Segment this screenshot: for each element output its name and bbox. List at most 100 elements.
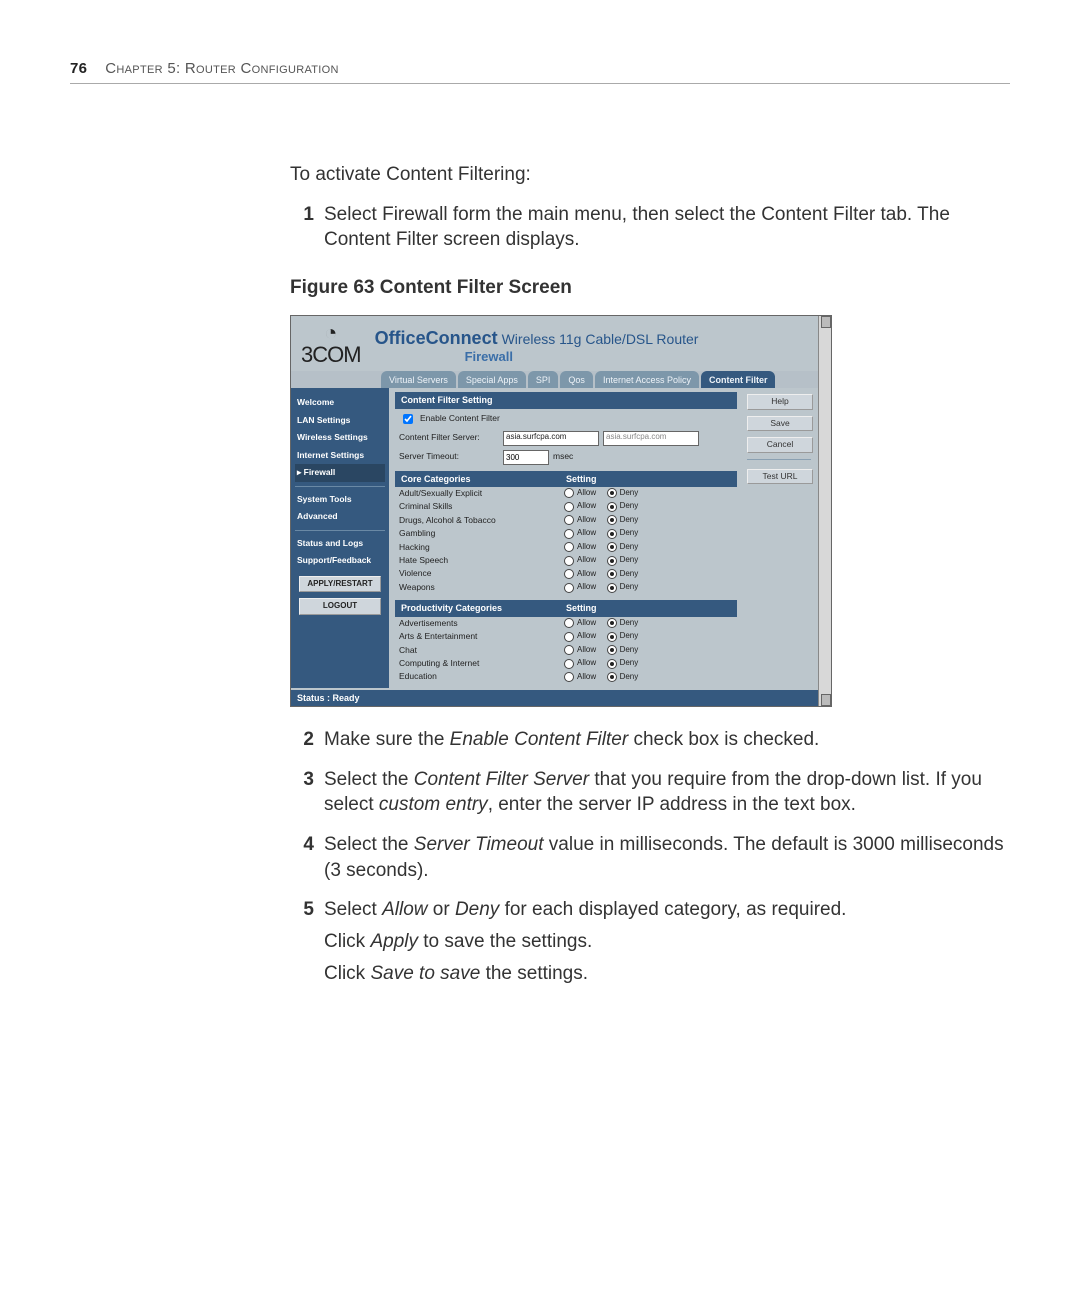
sidebar-item-internet-settings[interactable]: Internet Settings [295,447,385,464]
deny-radio[interactable] [607,645,617,655]
allow-radio[interactable] [564,529,574,539]
allow-radio[interactable] [564,645,574,655]
deny-label: Deny [620,555,639,566]
deny-radio[interactable] [607,542,617,552]
core-category-row: Drugs, Alcohol & TobaccoAllow Deny [395,514,737,527]
step-number: 5 [290,897,314,986]
deny-radio[interactable] [607,502,617,512]
allow-radio[interactable] [564,556,574,566]
core-category-name: Hate Speech [399,555,564,566]
core-category-name: Drugs, Alcohol & Tobacco [399,515,564,526]
deny-label: Deny [620,582,639,593]
tab-bar: Virtual ServersSpecial AppsSPIQosInterne… [291,371,831,388]
sidebar-item-welcome[interactable]: Welcome [295,394,385,411]
core-category-name: Adult/Sexually Explicit [399,488,564,499]
allow-label: Allow [577,542,596,553]
save-button[interactable]: Save [747,416,813,431]
deny-radio[interactable] [607,529,617,539]
settings-header: Content Filter Setting [395,392,737,408]
deny-radio[interactable] [607,672,617,682]
allow-radio[interactable] [564,488,574,498]
deny-radio[interactable] [607,488,617,498]
deny-radio[interactable] [607,515,617,525]
content-area: Content Filter Setting Enable Content Fi… [389,388,743,688]
sidebar-item-firewall[interactable]: ▸ Firewall [295,464,385,481]
deny-radio[interactable] [607,556,617,566]
sidebar-item-status-and-logs[interactable]: Status and Logs [295,535,385,552]
tab-qos[interactable]: Qos [560,371,593,388]
core-category-name: Violence [399,568,564,579]
step-1-text: Select Firewall form the main menu, then… [324,202,1010,253]
deny-label: Deny [620,569,639,580]
allow-radio[interactable] [564,672,574,682]
core-category-row: Violence Allow Deny [395,567,737,580]
productivity-category-name: Advertisements [399,618,564,629]
timeout-label: Server Timeout: [399,451,499,462]
step-number: 4 [290,832,314,883]
deny-radio[interactable] [607,659,617,669]
server-select[interactable]: asia.surfcpa.com [503,431,599,446]
deny-radio[interactable] [607,569,617,579]
core-category-row: Weapons Allow Deny [395,581,737,594]
timeout-unit: msec [553,451,573,462]
help-button[interactable]: Help [747,394,813,409]
allow-label: Allow [577,582,596,593]
sidebar-item-wireless-settings[interactable]: Wireless Settings [295,429,385,446]
allow-radio[interactable] [564,632,574,642]
brand-3com: 3COM [301,340,361,370]
test-url-button[interactable]: Test URL [747,469,813,484]
deny-radio[interactable] [607,583,617,593]
deny-label: Deny [620,515,639,526]
core-category-name: Gambling [399,528,564,539]
deny-label: Deny [620,542,639,553]
core-category-name: Weapons [399,582,564,593]
deny-radio[interactable] [607,632,617,642]
allow-label: Allow [577,672,596,683]
tab-content-filter[interactable]: Content Filter [701,371,776,388]
server-textbox[interactable]: asia.surfcpa.com [603,431,699,446]
step-number: 3 [290,767,314,818]
tab-spi[interactable]: SPI [528,371,559,388]
allow-label: Allow [577,569,596,580]
tab-internet-access-policy[interactable]: Internet Access Policy [595,371,699,388]
tab-special-apps[interactable]: Special Apps [458,371,526,388]
enable-content-filter-label: Enable Content Filter [420,413,500,424]
sidebar-item-advanced[interactable]: Advanced [295,508,385,525]
sidebar-item-lan-settings[interactable]: LAN Settings [295,412,385,429]
allow-radio[interactable] [564,542,574,552]
enable-content-filter-checkbox[interactable] [403,414,413,424]
deny-label: Deny [620,631,639,642]
sidebar-item-system-tools[interactable]: System Tools [295,491,385,508]
allow-radio[interactable] [564,502,574,512]
cancel-button[interactable]: Cancel [747,437,813,452]
step-number: 2 [290,727,314,753]
logout-button[interactable]: LOGOUT [299,598,381,615]
brand-sub: Wireless 11g Cable/DSL Router [502,331,699,347]
productivity-category-name: Arts & Entertainment [399,631,564,642]
allow-label: Allow [577,528,596,539]
core-category-row: Adult/Sexually ExplicitAllow Deny [395,487,737,500]
figure-caption: Figure 63 Content Filter Screen [290,275,1010,301]
allow-radio[interactable] [564,659,574,669]
intro-text: To activate Content Filtering: [290,162,1010,188]
step-2-text: Make sure the Enable Content Filter chec… [324,727,1010,753]
productivity-category-name: Chat [399,645,564,656]
productivity-category-name: Education [399,671,564,682]
sidebar-item-support-feedback[interactable]: Support/Feedback [295,552,385,569]
scrollbar[interactable] [818,316,831,706]
header-rule [70,83,1010,84]
prod-header-left: Productivity Categories [401,602,566,614]
allow-radio[interactable] [564,515,574,525]
allow-radio[interactable] [564,618,574,628]
deny-label: Deny [620,672,639,683]
deny-radio[interactable] [607,618,617,628]
allow-radio[interactable] [564,583,574,593]
brand-name: OfficeConnect [375,328,498,348]
deny-label: Deny [620,618,639,629]
apply-restart-button[interactable]: APPLY/RESTART [299,576,381,593]
allow-radio[interactable] [564,569,574,579]
timeout-input[interactable] [503,450,549,465]
tab-virtual-servers[interactable]: Virtual Servers [381,371,456,388]
core-category-row: Hate SpeechAllow Deny [395,554,737,567]
core-category-name: Hacking [399,542,564,553]
